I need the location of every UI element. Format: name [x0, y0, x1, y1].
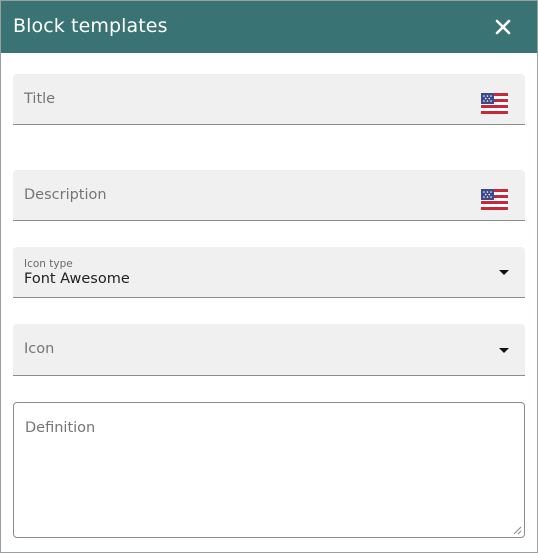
- close-icon: [495, 19, 511, 35]
- title-field[interactable]: Title: [13, 74, 525, 125]
- dialog-header: Block templates: [1, 1, 537, 53]
- description-field[interactable]: Description: [13, 170, 525, 221]
- caret-down-icon[interactable]: [499, 270, 509, 275]
- description-placeholder: Description: [24, 187, 107, 203]
- title-placeholder: Title: [24, 91, 56, 107]
- us-flag-icon[interactable]: [481, 189, 508, 210]
- icon-select[interactable]: Icon: [13, 324, 525, 376]
- icon-placeholder: Icon: [24, 341, 55, 357]
- block-templates-dialog: Block templates Title Description Icon t…: [0, 0, 538, 553]
- resize-handle-icon[interactable]: [513, 526, 522, 535]
- close-button[interactable]: [489, 13, 517, 41]
- definition-textarea[interactable]: Definition: [13, 402, 525, 538]
- definition-placeholder: Definition: [25, 420, 96, 436]
- us-flag-icon[interactable]: [481, 93, 508, 114]
- dialog-title: Block templates: [13, 15, 168, 37]
- icon-type-select[interactable]: Icon type Font Awesome: [13, 247, 525, 298]
- caret-down-icon[interactable]: [499, 348, 509, 353]
- icon-type-label: Icon type: [24, 258, 73, 270]
- icon-type-value: Font Awesome: [24, 271, 130, 287]
